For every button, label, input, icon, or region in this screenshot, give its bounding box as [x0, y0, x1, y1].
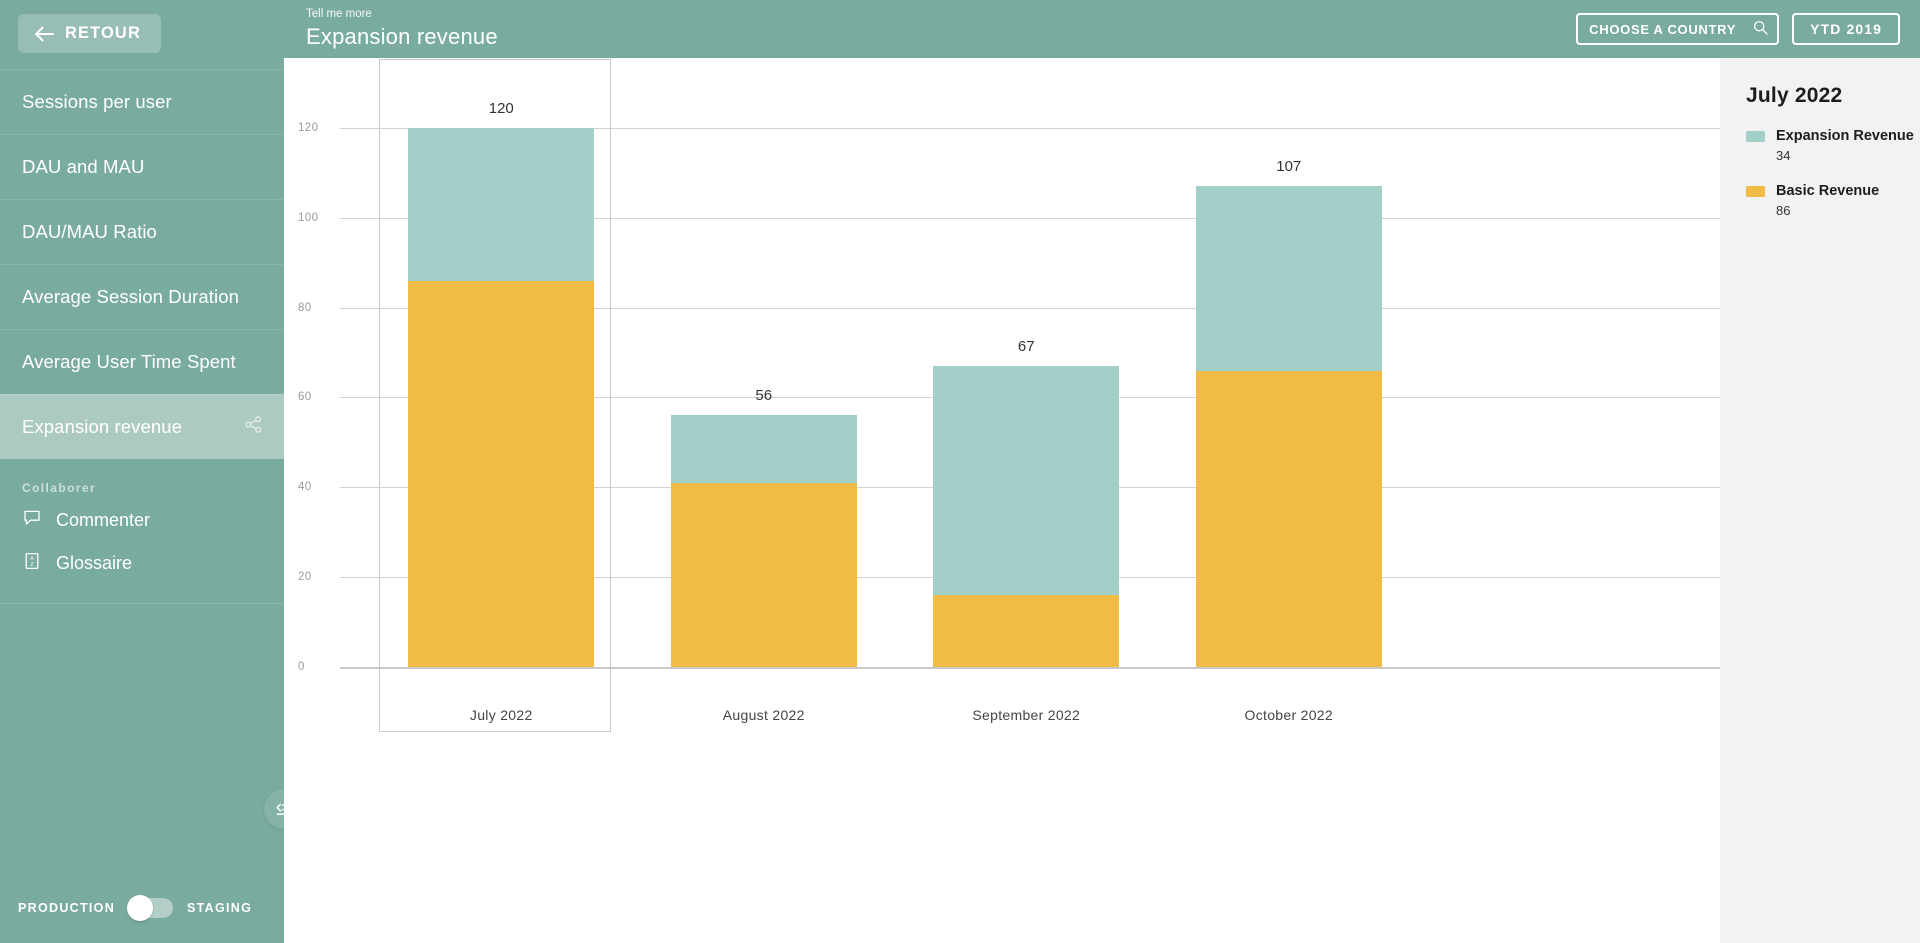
stacked-bar[interactable] [408, 127, 595, 667]
country-select-value: CHOOSE A COUNTRY [1589, 21, 1737, 37]
stacked-bar[interactable] [670, 415, 857, 667]
collaborate-section-header: Collaborer [22, 481, 97, 495]
sidebar-item-label: DAU/MAU Ratio [22, 221, 157, 242]
bar-segment-basic-revenue[interactable] [1195, 370, 1382, 667]
sidebar-item-average-user-time-spent[interactable]: Average User Time Spent [0, 329, 284, 394]
sidebar-item-dau-and-mau[interactable]: DAU and MAU [0, 134, 284, 199]
period-button-label: YTD 2019 [1810, 21, 1882, 37]
environment-switch[interactable] [127, 895, 174, 921]
stacked-bar[interactable] [1195, 186, 1382, 667]
environment-toggle[interactable]: PRODUCTION STAGING [0, 873, 284, 943]
y-axis-tick-label: 120 [298, 121, 319, 134]
svg-text:Z: Z [30, 562, 33, 568]
sidebar-item-dau-mau-ratio[interactable]: DAU/MAU Ratio [0, 199, 284, 264]
bar-chart: 0 20 40 60 80 100 120 120 July 2022 56 August 2022… [284, 58, 1720, 943]
sidebar-divider [0, 603, 284, 604]
back-button[interactable]: RETOUR [18, 14, 161, 53]
header-controls: CHOOSE A COUNTRY YTD 2019 [1576, 13, 1900, 45]
bar-segment-expansion-revenue[interactable] [1195, 186, 1382, 371]
bar-segment-expansion-revenue[interactable] [408, 127, 595, 281]
dashboard-root: RETOUR Sessions per user DAU and MAU DAU… [0, 0, 1920, 943]
y-axis-tick-label: 0 [298, 661, 305, 673]
country-select[interactable]: CHOOSE A COUNTRY [1576, 13, 1780, 45]
sidebar-item-commenter[interactable]: Commenter [0, 499, 284, 542]
page-title: Expansion revenue [306, 24, 498, 50]
sidebar-item-sessions-per-user[interactable]: Sessions per user [0, 69, 284, 134]
y-axis-tick-label: 20 [298, 571, 312, 584]
x-axis-category-label: July 2022 [469, 707, 533, 723]
x-axis-category-label: October 2022 [1244, 707, 1333, 723]
bar-segment-basic-revenue[interactable] [670, 482, 857, 667]
y-axis-tick-label: 100 [298, 211, 319, 224]
bar-total-label: 107 [1276, 158, 1302, 176]
sidebar: RETOUR Sessions per user DAU and MAU DAU… [0, 0, 304, 943]
bar-total-label: 120 [488, 99, 514, 117]
bar-segment-expansion-revenue[interactable] [933, 366, 1120, 596]
sidebar-item-label: Average User Time Spent [22, 351, 236, 372]
main-area: Tell me more Expansion revenue CHOOSE A … [284, 0, 1920, 943]
back-button-wrap: RETOUR [0, 0, 284, 53]
sidebar-item-expansion-revenue[interactable]: Expansion revenue [0, 394, 284, 459]
sidebar-item-glossaire[interactable]: A Z Glossaire [0, 542, 284, 585]
share-icon[interactable] [245, 416, 262, 438]
legend-row-basic-revenue[interactable]: Basic Revenue 86 [1746, 182, 1920, 218]
environment-production-label: PRODUCTION [18, 901, 116, 915]
legend-swatch [1746, 185, 1765, 197]
sidebar-item-label: DAU and MAU [22, 156, 145, 177]
search-icon[interactable] [1753, 20, 1768, 38]
legend-row-expansion-revenue[interactable]: Expansion Revenue 34 [1746, 127, 1920, 163]
bar-segment-basic-revenue[interactable] [408, 280, 595, 667]
legend-series-name: Basic Revenue [1776, 182, 1880, 199]
x-axis-category-label: August 2022 [722, 707, 805, 723]
page-header: Tell me more Expansion revenue CHOOSE A … [284, 0, 1920, 58]
y-axis-tick-label: 80 [298, 301, 312, 314]
glossary-book-icon: A Z [22, 551, 42, 576]
legend-series-value: 86 [1776, 202, 1791, 218]
bar-segment-expansion-revenue[interactable] [670, 415, 857, 483]
legend-panel: July 2022 Expansion Revenue 34 Basic Rev… [1720, 58, 1920, 943]
arrow-left-icon [34, 26, 54, 42]
content-row: 0 20 40 60 80 100 120 120 July 2022 56 August 2022… [284, 58, 1920, 943]
chart-plot: 0 20 40 60 80 100 120 120 July 2022 56 August 2022… [284, 58, 1720, 943]
sidebar-nav: Sessions per user DAU and MAU DAU/MAU Ra… [0, 69, 284, 459]
page-kicker: Tell me more [306, 7, 372, 20]
environment-switch-knob [127, 895, 154, 921]
y-axis-tick-label: 40 [298, 481, 312, 494]
comment-icon [22, 508, 42, 533]
y-axis-tick-label: 60 [298, 391, 312, 404]
legend-series-name: Expansion Revenue [1776, 128, 1914, 144]
page-title-block: Tell me more Expansion revenue [306, 8, 498, 51]
sidebar-item-label: Expansion revenue [22, 416, 183, 437]
back-button-label: RETOUR [65, 24, 141, 42]
bar-segment-basic-revenue[interactable] [933, 595, 1120, 667]
sidebar-item-label: Sessions per user [22, 91, 172, 112]
sidebar-item-label: Commenter [56, 510, 151, 530]
sidebar-item-label: Glossaire [56, 553, 133, 573]
legend-panel-title: July 2022 [1746, 84, 1843, 107]
sidebar-item-average-session-duration[interactable]: Average Session Duration [0, 264, 284, 329]
stacked-bar[interactable] [933, 366, 1120, 667]
environment-staging-label: STAGING [187, 901, 253, 915]
period-button[interactable]: YTD 2019 [1792, 13, 1900, 45]
bar-total-label: 56 [755, 387, 773, 405]
sidebar-item-label: Average Session Duration [22, 286, 239, 307]
legend-swatch [1746, 131, 1765, 142]
bar-total-label: 67 [1017, 338, 1035, 356]
legend-series-value: 34 [1776, 147, 1791, 163]
x-axis-category-label: September 2022 [972, 707, 1081, 723]
